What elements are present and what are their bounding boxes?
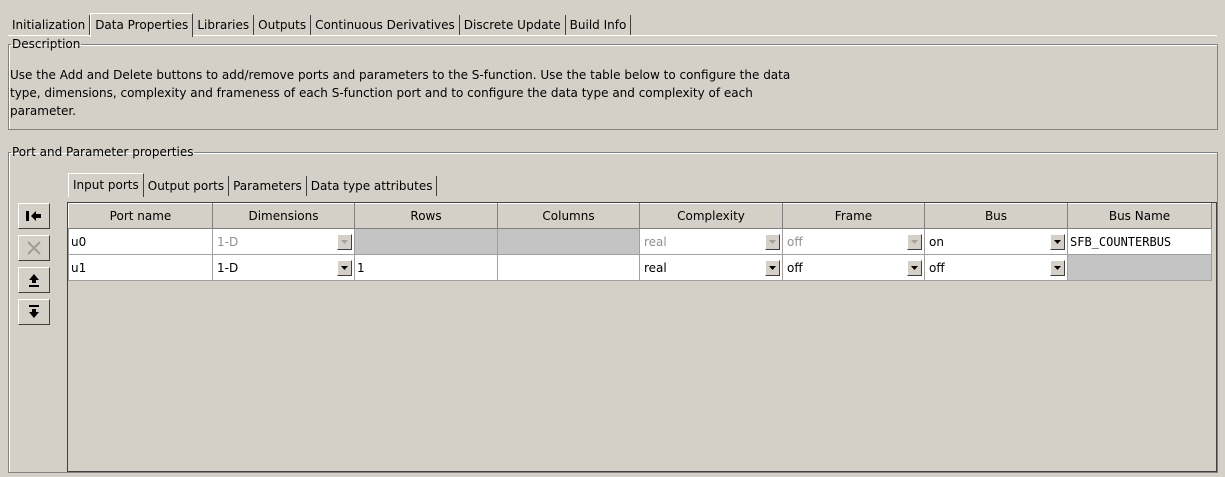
chevron-down-icon[interactable]	[337, 259, 352, 276]
add-icon	[26, 211, 41, 221]
column-header-port-name[interactable]: Port name	[68, 203, 213, 229]
tab-output-ports[interactable]: Output ports	[144, 176, 230, 196]
bus-dropdown[interactable]: off	[927, 257, 1065, 279]
delete-port-button[interactable]	[18, 235, 50, 261]
dimensions-value: 1-D	[217, 234, 239, 249]
complexity-dropdown: real	[642, 231, 780, 253]
frame-value: off	[787, 260, 803, 275]
tab-data-type-attributes[interactable]: Data type attributes	[307, 176, 438, 196]
frame-cell: off	[782, 254, 925, 281]
column-header-dimensions[interactable]: Dimensions	[212, 203, 355, 229]
bus-cell: off	[924, 254, 1068, 281]
tab-input-ports[interactable]: Input ports	[68, 173, 144, 197]
input-ports-table: Port name Dimensions Rows Columns Comple…	[67, 202, 1217, 472]
dimensions-cell: 1-D	[212, 228, 355, 255]
tab-data-properties[interactable]: Data Properties	[90, 13, 194, 37]
description-text: Use the Add and Delete buttons to add/re…	[10, 68, 791, 118]
chevron-down-icon[interactable]	[1050, 259, 1065, 276]
port-name-cell[interactable]: u0	[68, 228, 213, 255]
bus-name-cell	[1067, 254, 1212, 281]
column-header-bus[interactable]: Bus	[924, 203, 1068, 229]
tab-initialization[interactable]: Initialization	[8, 15, 91, 36]
column-header-frame[interactable]: Frame	[782, 203, 925, 229]
rows-cell[interactable]: 1	[354, 254, 498, 281]
chevron-down-icon	[337, 233, 352, 250]
port-tab-strip: Input ports Output ports Parameters Data…	[68, 172, 438, 197]
tab-libraries[interactable]: Libraries	[193, 15, 255, 36]
complexity-dropdown[interactable]: real	[642, 257, 780, 279]
frame-dropdown[interactable]: off	[785, 257, 922, 279]
chevron-down-icon[interactable]	[907, 259, 922, 276]
frame-cell: off	[782, 228, 925, 255]
delete-icon	[27, 241, 41, 255]
column-header-complexity[interactable]: Complexity	[639, 203, 783, 229]
bus-value: on	[929, 234, 944, 249]
tab-discrete-update[interactable]: Discrete Update	[460, 15, 566, 36]
complexity-value: real	[644, 234, 667, 249]
columns-cell[interactable]	[497, 254, 640, 281]
chevron-down-icon	[765, 233, 780, 250]
complexity-cell: real	[639, 254, 783, 281]
bus-cell: on	[924, 228, 1068, 255]
frame-value: off	[787, 234, 803, 249]
columns-cell	[497, 228, 640, 255]
frame-dropdown: off	[785, 231, 922, 253]
move-up-icon	[29, 274, 39, 287]
move-up-button[interactable]	[18, 267, 50, 293]
top-tab-strip: Initialization Data Properties Libraries…	[8, 13, 632, 37]
port-name-cell[interactable]: u1	[68, 254, 213, 281]
complexity-cell: real	[639, 228, 783, 255]
dimensions-dropdown: 1-D	[215, 231, 352, 253]
bus-name-cell[interactable]: SFB_COUNTERBUS	[1067, 228, 1212, 255]
chevron-down-icon[interactable]	[1050, 233, 1065, 250]
table-row: u1 1-D 1 real off off	[68, 254, 1212, 281]
dimensions-dropdown[interactable]: 1-D	[215, 257, 352, 279]
bus-value: off	[929, 260, 945, 275]
rows-cell	[354, 228, 498, 255]
column-header-rows[interactable]: Rows	[354, 203, 498, 229]
port-action-buttons	[18, 203, 50, 331]
move-down-icon	[29, 305, 39, 318]
add-port-button[interactable]	[18, 203, 50, 229]
table-row: u0 1-D real off on SFB_COUNTERBUS	[68, 228, 1212, 255]
description-legend: Description	[12, 37, 81, 51]
bus-dropdown[interactable]: on	[927, 231, 1065, 253]
dimensions-value: 1-D	[217, 260, 239, 275]
tab-parameters[interactable]: Parameters	[229, 176, 307, 196]
chevron-down-icon	[907, 233, 922, 250]
column-header-columns[interactable]: Columns	[497, 203, 640, 229]
table-header-row: Port name Dimensions Rows Columns Comple…	[68, 203, 1212, 229]
complexity-value: real	[644, 260, 667, 275]
port-parameter-properties-legend: Port and Parameter properties	[12, 145, 194, 159]
dimensions-cell: 1-D	[212, 254, 355, 281]
move-down-button[interactable]	[18, 299, 50, 325]
tab-continuous-derivatives[interactable]: Continuous Derivatives	[311, 15, 460, 36]
tab-build-info[interactable]: Build Info	[566, 15, 632, 36]
tab-outputs[interactable]: Outputs	[254, 15, 312, 36]
chevron-down-icon[interactable]	[765, 259, 780, 276]
column-header-bus-name[interactable]: Bus Name	[1067, 203, 1212, 229]
